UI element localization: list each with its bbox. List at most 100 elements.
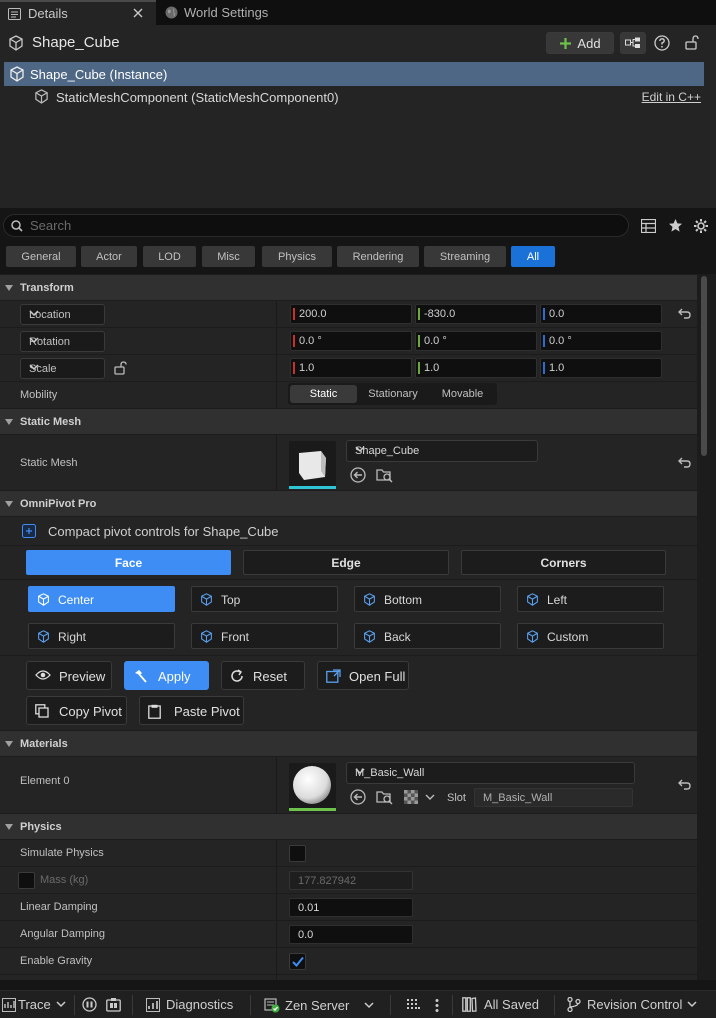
- blueprint-button[interactable]: [620, 32, 646, 54]
- revision-control-button[interactable]: Revision Control: [567, 997, 697, 1012]
- scrollbar-thumb[interactable]: [701, 276, 707, 456]
- reset-to-default-icon[interactable]: [678, 779, 691, 790]
- tree-row-instance-label: Shape_Cube (Instance): [30, 67, 168, 82]
- rotation-mode-dropdown[interactable]: Rotation: [20, 331, 105, 352]
- pivot-mode-row: Face Edge Corners: [0, 545, 697, 579]
- rotation-y-field[interactable]: 0.0 °: [415, 331, 537, 351]
- material-asset-dropdown[interactable]: M_Basic_Wall: [346, 762, 635, 784]
- scale-mode-dropdown[interactable]: Scale: [20, 358, 105, 379]
- gear-icon[interactable]: [693, 218, 709, 234]
- screenshot-icon[interactable]: [106, 997, 121, 1012]
- all-saved-button[interactable]: All Saved: [462, 997, 539, 1012]
- tree-row-instance[interactable]: Shape_Cube (Instance): [4, 62, 704, 86]
- separator: [74, 995, 75, 1015]
- location-z-field[interactable]: 0.0: [540, 304, 662, 324]
- mobility-stationary[interactable]: Stationary: [358, 385, 428, 403]
- mass-value: 177.827942: [298, 875, 357, 887]
- mobility-static[interactable]: Static: [290, 385, 357, 403]
- chevron-down-icon[interactable]: [425, 794, 435, 801]
- filter-rendering[interactable]: Rendering: [337, 246, 419, 267]
- checker-texture-icon[interactable]: [404, 790, 418, 804]
- search-input[interactable]: [30, 218, 590, 233]
- add-component-button[interactable]: Add: [546, 32, 614, 54]
- filter-misc[interactable]: Misc: [202, 246, 255, 267]
- mobility-movable[interactable]: Movable: [430, 385, 495, 403]
- globe-icon: [165, 6, 178, 19]
- zen-server-button[interactable]: Zen Server: [264, 997, 374, 1013]
- rotation-x-field[interactable]: 0.0 °: [290, 331, 412, 351]
- pivot-back-button[interactable]: Back: [354, 623, 501, 649]
- column-divider: [276, 301, 277, 328]
- browse-asset-icon[interactable]: [376, 789, 393, 805]
- table-view-icon[interactable]: [641, 219, 656, 233]
- unlock-icon[interactable]: [114, 361, 127, 375]
- reset-to-default-icon[interactable]: [678, 308, 691, 319]
- help-icon[interactable]: [654, 35, 670, 51]
- angular-damping-field[interactable]: 0.0: [289, 925, 413, 944]
- mode-corners-tab[interactable]: Corners: [461, 550, 666, 575]
- section-static-mesh-label: Static Mesh: [20, 415, 82, 428]
- linear-damping-field[interactable]: 0.01: [289, 898, 413, 917]
- grid-dots-icon[interactable]: [407, 999, 420, 1011]
- apply-button[interactable]: Apply: [124, 661, 209, 690]
- record-icon[interactable]: [82, 997, 97, 1012]
- filter-physics[interactable]: Physics: [262, 246, 332, 267]
- lock-icon[interactable]: [685, 35, 699, 50]
- diagnostics-button[interactable]: Diagnostics: [146, 997, 233, 1012]
- copy-pivot-button[interactable]: Copy Pivot: [26, 696, 127, 725]
- paste-pivot-button[interactable]: Paste Pivot: [139, 696, 244, 725]
- scale-x-field[interactable]: 1.0: [290, 358, 412, 378]
- branch-icon: [567, 997, 581, 1012]
- pivot-bottom-button[interactable]: Bottom: [354, 586, 501, 612]
- section-omnipivot[interactable]: OmniPivot Pro: [0, 490, 697, 516]
- scale-y-field[interactable]: 1.0: [415, 358, 537, 378]
- filter-general[interactable]: General: [6, 246, 76, 267]
- pivot-front-button[interactable]: Front: [191, 623, 338, 649]
- search-input-wrapper[interactable]: [3, 214, 629, 237]
- mode-face-tab[interactable]: Face: [26, 550, 231, 575]
- tab-world-settings[interactable]: World Settings: [160, 0, 300, 25]
- use-selected-icon[interactable]: [350, 467, 366, 483]
- pivot-top-button[interactable]: Top: [191, 586, 338, 612]
- scale-z-field[interactable]: 1.0: [540, 358, 662, 378]
- enable-gravity-checkbox[interactable]: [289, 953, 306, 970]
- static-mesh-asset-dropdown[interactable]: Shape_Cube: [346, 440, 538, 462]
- trace-button[interactable]: Trace: [2, 997, 66, 1012]
- section-physics[interactable]: Physics: [0, 813, 697, 839]
- pivot-left-button[interactable]: Left: [517, 586, 664, 612]
- filter-streaming[interactable]: Streaming: [424, 246, 506, 267]
- pivot-custom-button[interactable]: Custom: [517, 623, 664, 649]
- simulate-physics-checkbox[interactable]: [289, 845, 306, 862]
- use-selected-icon[interactable]: [350, 789, 366, 805]
- reset-button[interactable]: Reset: [221, 661, 305, 690]
- edit-in-cpp-link[interactable]: Edit in C++: [642, 90, 701, 104]
- section-transform[interactable]: Transform: [0, 274, 697, 300]
- section-materials[interactable]: Materials: [0, 730, 697, 756]
- pivot-right-button[interactable]: Right: [28, 623, 175, 649]
- filter-all[interactable]: All: [511, 246, 555, 267]
- mode-edge-tab[interactable]: Edge: [243, 550, 449, 575]
- star-icon[interactable]: [668, 218, 683, 233]
- open-full-button[interactable]: Open Full: [317, 661, 409, 690]
- preview-button[interactable]: Preview: [26, 661, 112, 690]
- reset-to-default-icon[interactable]: [678, 457, 691, 468]
- rotation-z-field[interactable]: 0.0 °: [540, 331, 662, 351]
- mesh-thumbnail[interactable]: [289, 441, 336, 489]
- pivot-actions-row: Preview Apply Reset Open Full: [0, 655, 697, 693]
- tab-details[interactable]: Details: [0, 0, 156, 25]
- separator: [250, 995, 251, 1015]
- browse-asset-icon[interactable]: [376, 467, 393, 483]
- location-x-field[interactable]: 200.0: [290, 304, 412, 324]
- chevron-down-icon: [29, 310, 96, 317]
- location-y-field[interactable]: -830.0: [415, 304, 537, 324]
- mass-override-checkbox[interactable]: [18, 872, 35, 889]
- pivot-center-button[interactable]: Center: [28, 586, 175, 612]
- material-thumbnail[interactable]: [289, 763, 336, 811]
- close-icon[interactable]: [133, 8, 143, 18]
- filter-lod[interactable]: LOD: [143, 246, 196, 267]
- actor-icon: [9, 66, 25, 82]
- location-mode-dropdown[interactable]: Location: [20, 304, 105, 325]
- filter-actor[interactable]: Actor: [81, 246, 137, 267]
- more-vertical-icon[interactable]: [435, 999, 439, 1012]
- section-static-mesh[interactable]: Static Mesh: [0, 408, 697, 434]
